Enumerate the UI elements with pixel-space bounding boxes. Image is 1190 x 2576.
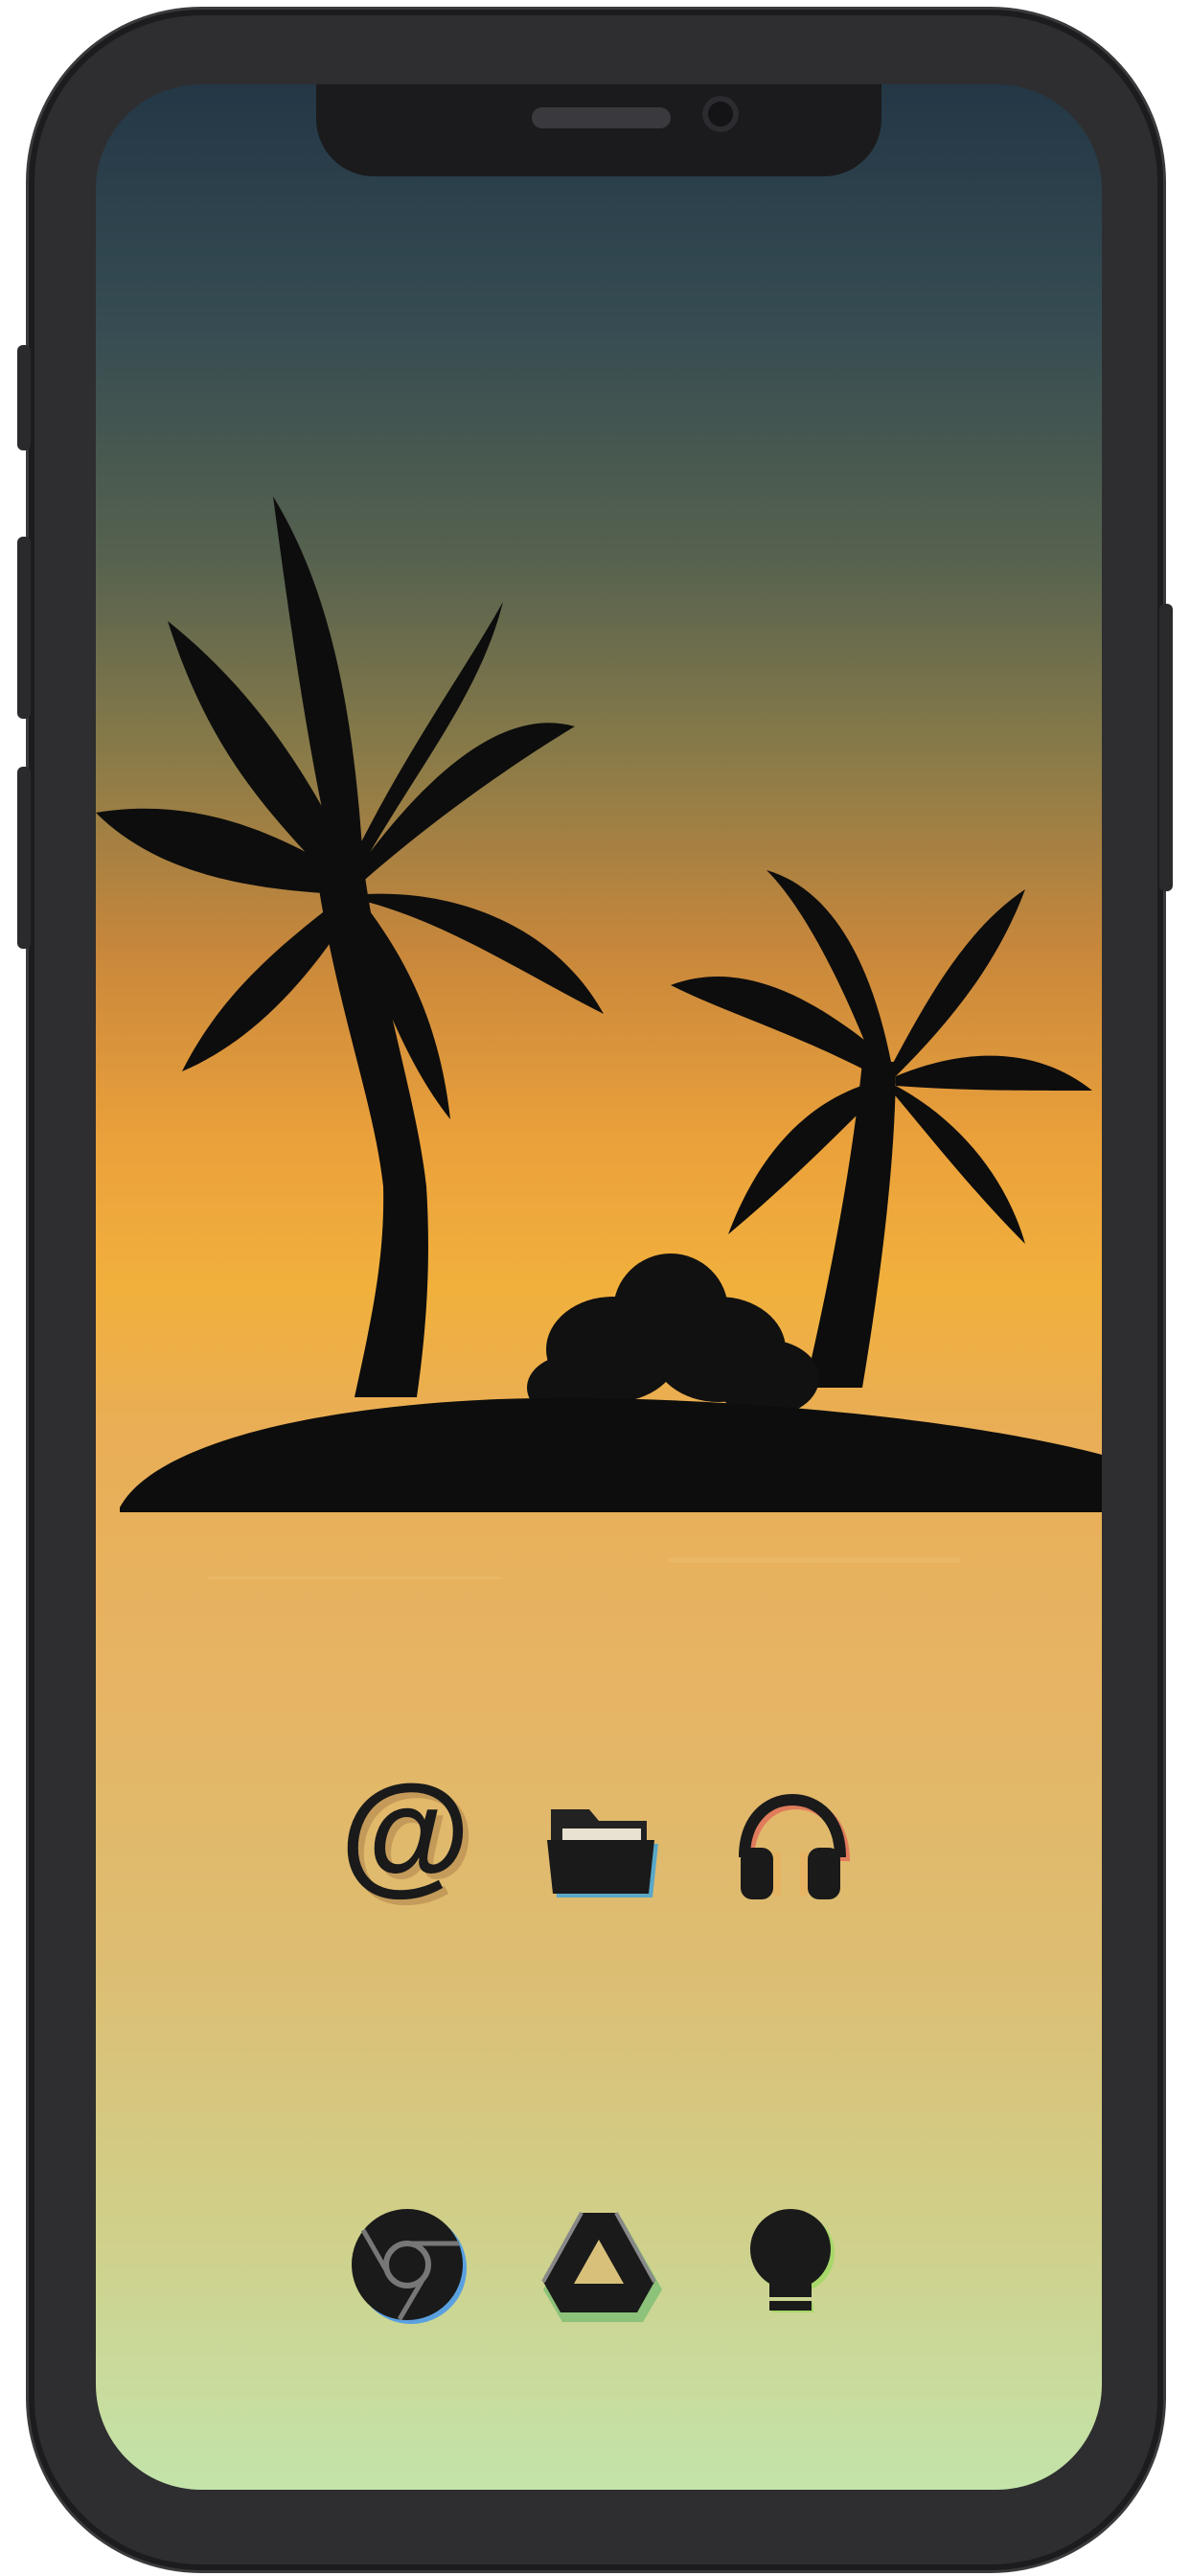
earpiece-speaker	[532, 107, 671, 128]
folder-icon	[547, 1809, 658, 1898]
app-at-sign[interactable]: @ @	[340, 1757, 477, 1915]
app-ideas[interactable]	[723, 2197, 858, 2332]
app-music[interactable]	[723, 1781, 858, 1915]
chrome-icon	[352, 2209, 467, 2324]
svg-text:@: @	[340, 1757, 471, 1907]
app-files[interactable]	[532, 1781, 666, 1915]
drive-icon	[541, 2212, 662, 2322]
home-screen: @ @	[96, 84, 1102, 2490]
mute-switch	[17, 345, 31, 450]
at-sign-icon: @ @	[340, 1757, 477, 1913]
app-drive[interactable]	[532, 2197, 666, 2332]
front-camera	[702, 96, 739, 132]
power-button	[1159, 604, 1173, 891]
volume-up-button	[17, 537, 31, 719]
lightbulb-icon	[750, 2209, 835, 2312]
headphones-icon	[739, 1793, 850, 1899]
volume-down-button	[17, 767, 31, 949]
app-icon-grid: @ @	[96, 84, 1102, 2490]
app-chrome[interactable]	[340, 2197, 474, 2332]
notch	[316, 84, 881, 176]
